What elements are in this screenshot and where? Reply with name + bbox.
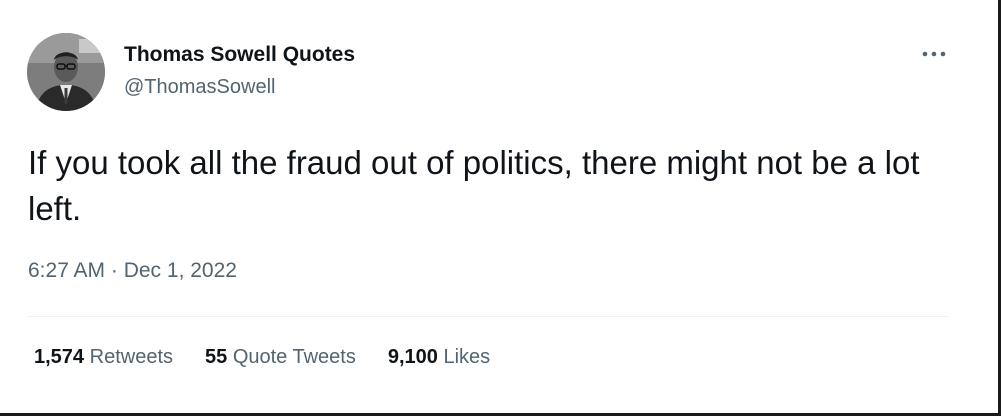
- avatar-portrait-icon: [27, 33, 105, 111]
- tweet-text: If you took all the fraud out of politic…: [28, 144, 920, 227]
- retweets-stat[interactable]: 1,574 Retweets: [34, 346, 173, 369]
- more-options-button[interactable]: [916, 40, 952, 68]
- user-handle[interactable]: @ThomasSowell: [124, 76, 275, 99]
- display-name[interactable]: Thomas Sowell Quotes: [124, 43, 355, 67]
- tweet-timestamp[interactable]: 6:27 AM · Dec 1, 2022: [28, 259, 237, 283]
- likes-count: 9,100: [387, 346, 438, 368]
- retweets-label: Retweets: [89, 346, 173, 368]
- divider: [28, 316, 948, 317]
- likes-label: Likes: [443, 346, 491, 368]
- tweet-stats: 1,574 Retweets 55 Quote Tweets 9,100 Lik…: [34, 346, 490, 369]
- retweets-count: 1,574: [34, 346, 85, 368]
- avatar[interactable]: [27, 33, 105, 111]
- quote-tweets-count: 55: [205, 346, 228, 368]
- likes-stat[interactable]: 9,100 Likes: [388, 346, 490, 369]
- more-options-icon: [922, 51, 946, 57]
- quote-tweets-label: Quote Tweets: [232, 346, 356, 368]
- quote-tweets-stat[interactable]: 55 Quote Tweets: [205, 346, 356, 369]
